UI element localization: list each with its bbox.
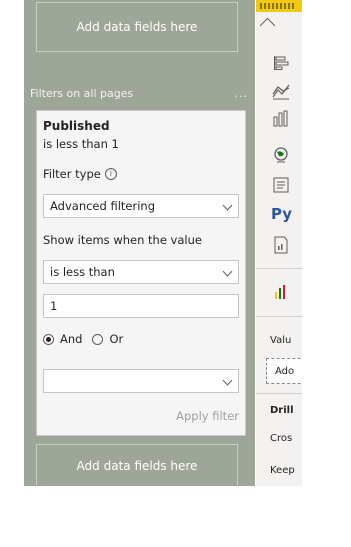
- info-icon[interactable]: i: [104, 168, 117, 180]
- add-values-dropzone[interactable]: Ado: [266, 358, 302, 384]
- chevron-down-icon: [222, 375, 233, 386]
- filter-value-text: 1: [50, 299, 58, 313]
- visualizations-pane: Py Valu Ado Drill Cros Keep: [256, 0, 302, 486]
- filter-value-input[interactable]: 1: [43, 294, 239, 318]
- divider: [256, 393, 302, 394]
- filters-on-all-pages-header: Filters on all pages ...: [30, 84, 248, 102]
- chevron-up-icon[interactable]: [259, 17, 276, 34]
- table-chart-icon[interactable]: [256, 0, 302, 12]
- show-items-label: Show items when the value: [43, 233, 202, 247]
- filter-summary: is less than 1: [43, 137, 119, 151]
- filter-type-dropdown[interactable]: Advanced filtering: [43, 194, 239, 218]
- apply-filter-button[interactable]: Apply filter: [176, 409, 239, 423]
- chevron-down-icon: [222, 266, 233, 277]
- and-radio[interactable]: [43, 333, 54, 345]
- filter-type-selected: Advanced filtering: [50, 199, 155, 213]
- values-label: Valu: [270, 335, 292, 346]
- filters-pane: Add data fields here Filters on all page…: [24, 0, 255, 486]
- document-icon[interactable]: [272, 236, 290, 254]
- bar-chart-icon[interactable]: [272, 54, 290, 72]
- filter-type-label: Filter type i: [43, 167, 117, 181]
- divider: [256, 316, 302, 317]
- add-values-label: Ado: [275, 365, 295, 377]
- logic-radio-group: And Or: [43, 332, 133, 346]
- operator-selected: is less than: [50, 265, 115, 279]
- dropzone-top-label: Add data fields here: [76, 20, 198, 34]
- drill-through-label: Drill: [270, 405, 294, 416]
- report-page-icon[interactable]: [272, 176, 290, 194]
- or-label[interactable]: Or: [109, 332, 123, 346]
- or-radio[interactable]: [92, 333, 104, 345]
- filter-field-name[interactable]: Published: [43, 119, 110, 133]
- dropzone-bottom-label: Add data fields here: [76, 459, 198, 473]
- keep-all-filters-label: Keep: [270, 465, 295, 476]
- chevron-down-icon: [222, 200, 233, 211]
- cross-report-label: Cros: [270, 433, 293, 444]
- add-data-fields-dropzone-bottom[interactable]: Add data fields here: [36, 444, 238, 486]
- filter-type-text: Filter type: [43, 167, 101, 181]
- divider: [256, 268, 302, 269]
- more-options-button[interactable]: ...: [235, 87, 249, 100]
- multi-bar-icon[interactable]: [272, 283, 290, 301]
- second-operator-dropdown[interactable]: [43, 369, 239, 393]
- section-title: Filters on all pages: [30, 86, 134, 100]
- add-data-fields-dropzone-top[interactable]: Add data fields here: [36, 2, 238, 52]
- and-label[interactable]: And: [60, 332, 82, 346]
- python-visual-icon[interactable]: Py: [271, 205, 292, 223]
- operator-dropdown[interactable]: is less than: [43, 260, 239, 284]
- line-chart-icon[interactable]: [272, 82, 290, 100]
- stacked-column-icon[interactable]: [272, 110, 290, 128]
- globe-icon[interactable]: [272, 146, 290, 164]
- filter-card-published: Published is less than 1 Filter type i A…: [36, 110, 246, 436]
